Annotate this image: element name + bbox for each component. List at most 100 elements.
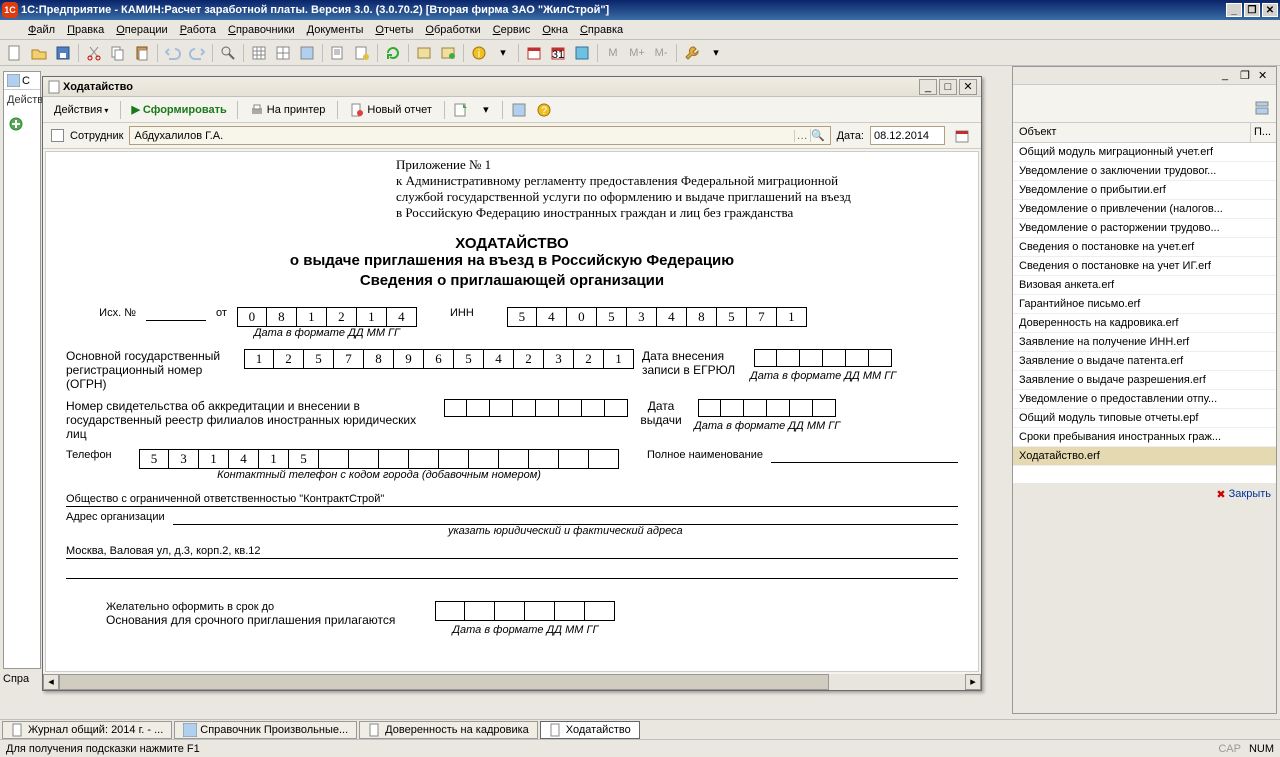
menu-file[interactable]: Файл [22, 22, 61, 38]
doc-h1: ХОДАТАЙСТВО [66, 235, 958, 252]
tb-tools-dd-icon[interactable]: ▾ [705, 42, 727, 64]
tb-copy-icon[interactable] [107, 42, 129, 64]
tb-config-icon[interactable] [571, 42, 593, 64]
tb-help1-icon[interactable]: i [468, 42, 490, 64]
status-num: NUM [1249, 743, 1274, 755]
tb-cal1-icon[interactable] [523, 42, 545, 64]
tb-rep1-icon[interactable] [327, 42, 349, 64]
list-item[interactable]: Заявление на получение ИНН.erf [1013, 333, 1276, 352]
menu-processing[interactable]: Обработки [419, 22, 486, 38]
list-item[interactable]: Заявление о выдаче патента.erf [1013, 352, 1276, 371]
list-item-selected[interactable]: Ходатайство.erf [1013, 447, 1276, 466]
employee-search-icon[interactable]: 🔍 [810, 129, 826, 142]
tb-grid2-icon[interactable] [272, 42, 294, 64]
date-input[interactable]: 08.12.2014 [870, 126, 945, 145]
employee-input[interactable]: Абдухалилов Г.А. … 🔍 [129, 126, 830, 145]
modal-actions-button[interactable]: Действия [47, 100, 115, 120]
rp-close-row: ✖ Закрыть [1013, 483, 1276, 506]
tb-new-icon[interactable] [4, 42, 26, 64]
tb-grid1-icon[interactable] [248, 42, 270, 64]
tb-find-icon[interactable] [217, 42, 239, 64]
menu-dicts[interactable]: Справочники [222, 22, 301, 38]
modal-title-text: Ходатайство [63, 81, 917, 93]
tb-paste-icon[interactable] [131, 42, 153, 64]
list-item[interactable]: Сведения о постановке на учет.erf [1013, 238, 1276, 257]
list-item[interactable]: Общий модуль миграционный учет.erf [1013, 143, 1276, 162]
tb-redo-icon[interactable] [186, 42, 208, 64]
rp-tb-icon[interactable] [1251, 97, 1273, 119]
new-report-button[interactable]: Новый отчет [343, 99, 439, 121]
list-item[interactable]: Уведомление о предоставлении отпу... [1013, 390, 1276, 409]
menu-docs[interactable]: Документы [301, 22, 370, 38]
rp-col-p[interactable]: П... [1251, 123, 1276, 142]
list-item[interactable]: Гарантийное письмо.erf [1013, 295, 1276, 314]
list-item[interactable]: Заявление о выдаче разрешения.erf [1013, 371, 1276, 390]
tb-open-icon[interactable] [28, 42, 50, 64]
rp-close-button[interactable]: ✕ [1258, 69, 1274, 83]
modal-tb-icon1[interactable] [450, 99, 472, 121]
menu-service[interactable]: Сервис [487, 22, 537, 38]
bg-add-button[interactable] [4, 110, 40, 138]
rp-close-link[interactable]: Закрыть [1229, 488, 1271, 501]
tb-a1-icon[interactable] [413, 42, 435, 64]
egrul-cells [754, 349, 892, 367]
ogrn-cells: 1257896542321 [244, 349, 634, 369]
tb-help-dd-icon[interactable]: ▾ [492, 42, 514, 64]
modal-help-icon[interactable]: ? [533, 99, 555, 121]
modal-max-button[interactable]: □ [939, 79, 957, 95]
taskbar-item-active[interactable]: Ходатайство [540, 721, 640, 739]
employee-ellipsis-icon[interactable]: … [794, 130, 810, 142]
modal-close-button[interactable]: ✕ [959, 79, 977, 95]
tb-save-icon[interactable] [52, 42, 74, 64]
tb-mminus-icon[interactable]: M- [650, 42, 672, 64]
list-item[interactable]: Сроки пребывания иностранных граж... [1013, 428, 1276, 447]
list-item[interactable]: Визовая анкета.erf [1013, 276, 1276, 295]
taskbar-item[interactable]: Журнал общий: 2014 г. - ... [2, 721, 172, 739]
tb-cal2-icon[interactable]: 31 [547, 42, 569, 64]
form-button[interactable]: Сформировать [126, 100, 231, 119]
fullname-label: Полное наименование [647, 449, 763, 461]
list-item[interactable]: Уведомление о заключении трудовог... [1013, 162, 1276, 181]
doc-icon [11, 723, 25, 737]
menu-operations[interactable]: Операции [110, 22, 173, 38]
list-item[interactable]: Сведения о постановке на учет ИГ.erf [1013, 257, 1276, 276]
list-item[interactable]: Уведомление о привлечении (налогов... [1013, 200, 1276, 219]
tb-rep2-icon[interactable] [351, 42, 373, 64]
tb-grid3-icon[interactable] [296, 42, 318, 64]
employee-value: Абдухалилов Г.А. [134, 130, 793, 142]
tb-a2-icon[interactable] [437, 42, 459, 64]
modal-min-button[interactable]: _ [919, 79, 937, 95]
menu-work[interactable]: Работа [174, 22, 222, 38]
menu-edit[interactable]: Правка [61, 22, 110, 38]
date-cal-icon[interactable] [951, 125, 973, 147]
rp-col-object[interactable]: Объект [1013, 123, 1251, 142]
modal-tb-icon2[interactable] [508, 99, 530, 121]
menu-windows[interactable]: Окна [536, 22, 574, 38]
tb-mplus-icon[interactable]: M+ [626, 42, 648, 64]
tb-refresh-icon[interactable] [382, 42, 404, 64]
taskbar-item[interactable]: Справочник Произвольные... [174, 721, 357, 739]
rp-header: Объект П... [1013, 123, 1276, 143]
restore-button[interactable]: ❐ [1244, 3, 1260, 17]
minimize-button[interactable]: _ [1226, 3, 1242, 17]
rp-max-button[interactable]: ❐ [1240, 69, 1256, 83]
doc-app-l2: службой государственной услуги по оформл… [396, 189, 958, 205]
close-button[interactable]: ✕ [1262, 3, 1278, 17]
list-item[interactable]: Уведомление о прибытии.erf [1013, 181, 1276, 200]
tb-m-icon[interactable]: M [602, 42, 624, 64]
inn-cells: 5405348571 [507, 307, 807, 327]
tb-undo-icon[interactable] [162, 42, 184, 64]
menu-reports[interactable]: Отчеты [369, 22, 419, 38]
list-item[interactable]: Доверенность на кадровика.erf [1013, 314, 1276, 333]
taskbar-item[interactable]: Доверенность на кадровика [359, 721, 538, 739]
print-button[interactable]: На принтер [243, 99, 333, 121]
list-item[interactable]: Общий модуль типовые отчеты.epf [1013, 409, 1276, 428]
menu-help[interactable]: Справка [574, 22, 629, 38]
tb-cut-icon[interactable] [83, 42, 105, 64]
rp-min-button[interactable]: _ [1222, 69, 1238, 83]
tb-tools-icon[interactable] [681, 42, 703, 64]
modal-tb-dd-icon[interactable]: ▾ [475, 99, 497, 121]
h-scrollbar[interactable]: ◂ ▸ [43, 674, 981, 690]
list-item[interactable]: Уведомление о расторжении трудово... [1013, 219, 1276, 238]
employee-checkbox[interactable] [51, 129, 64, 142]
